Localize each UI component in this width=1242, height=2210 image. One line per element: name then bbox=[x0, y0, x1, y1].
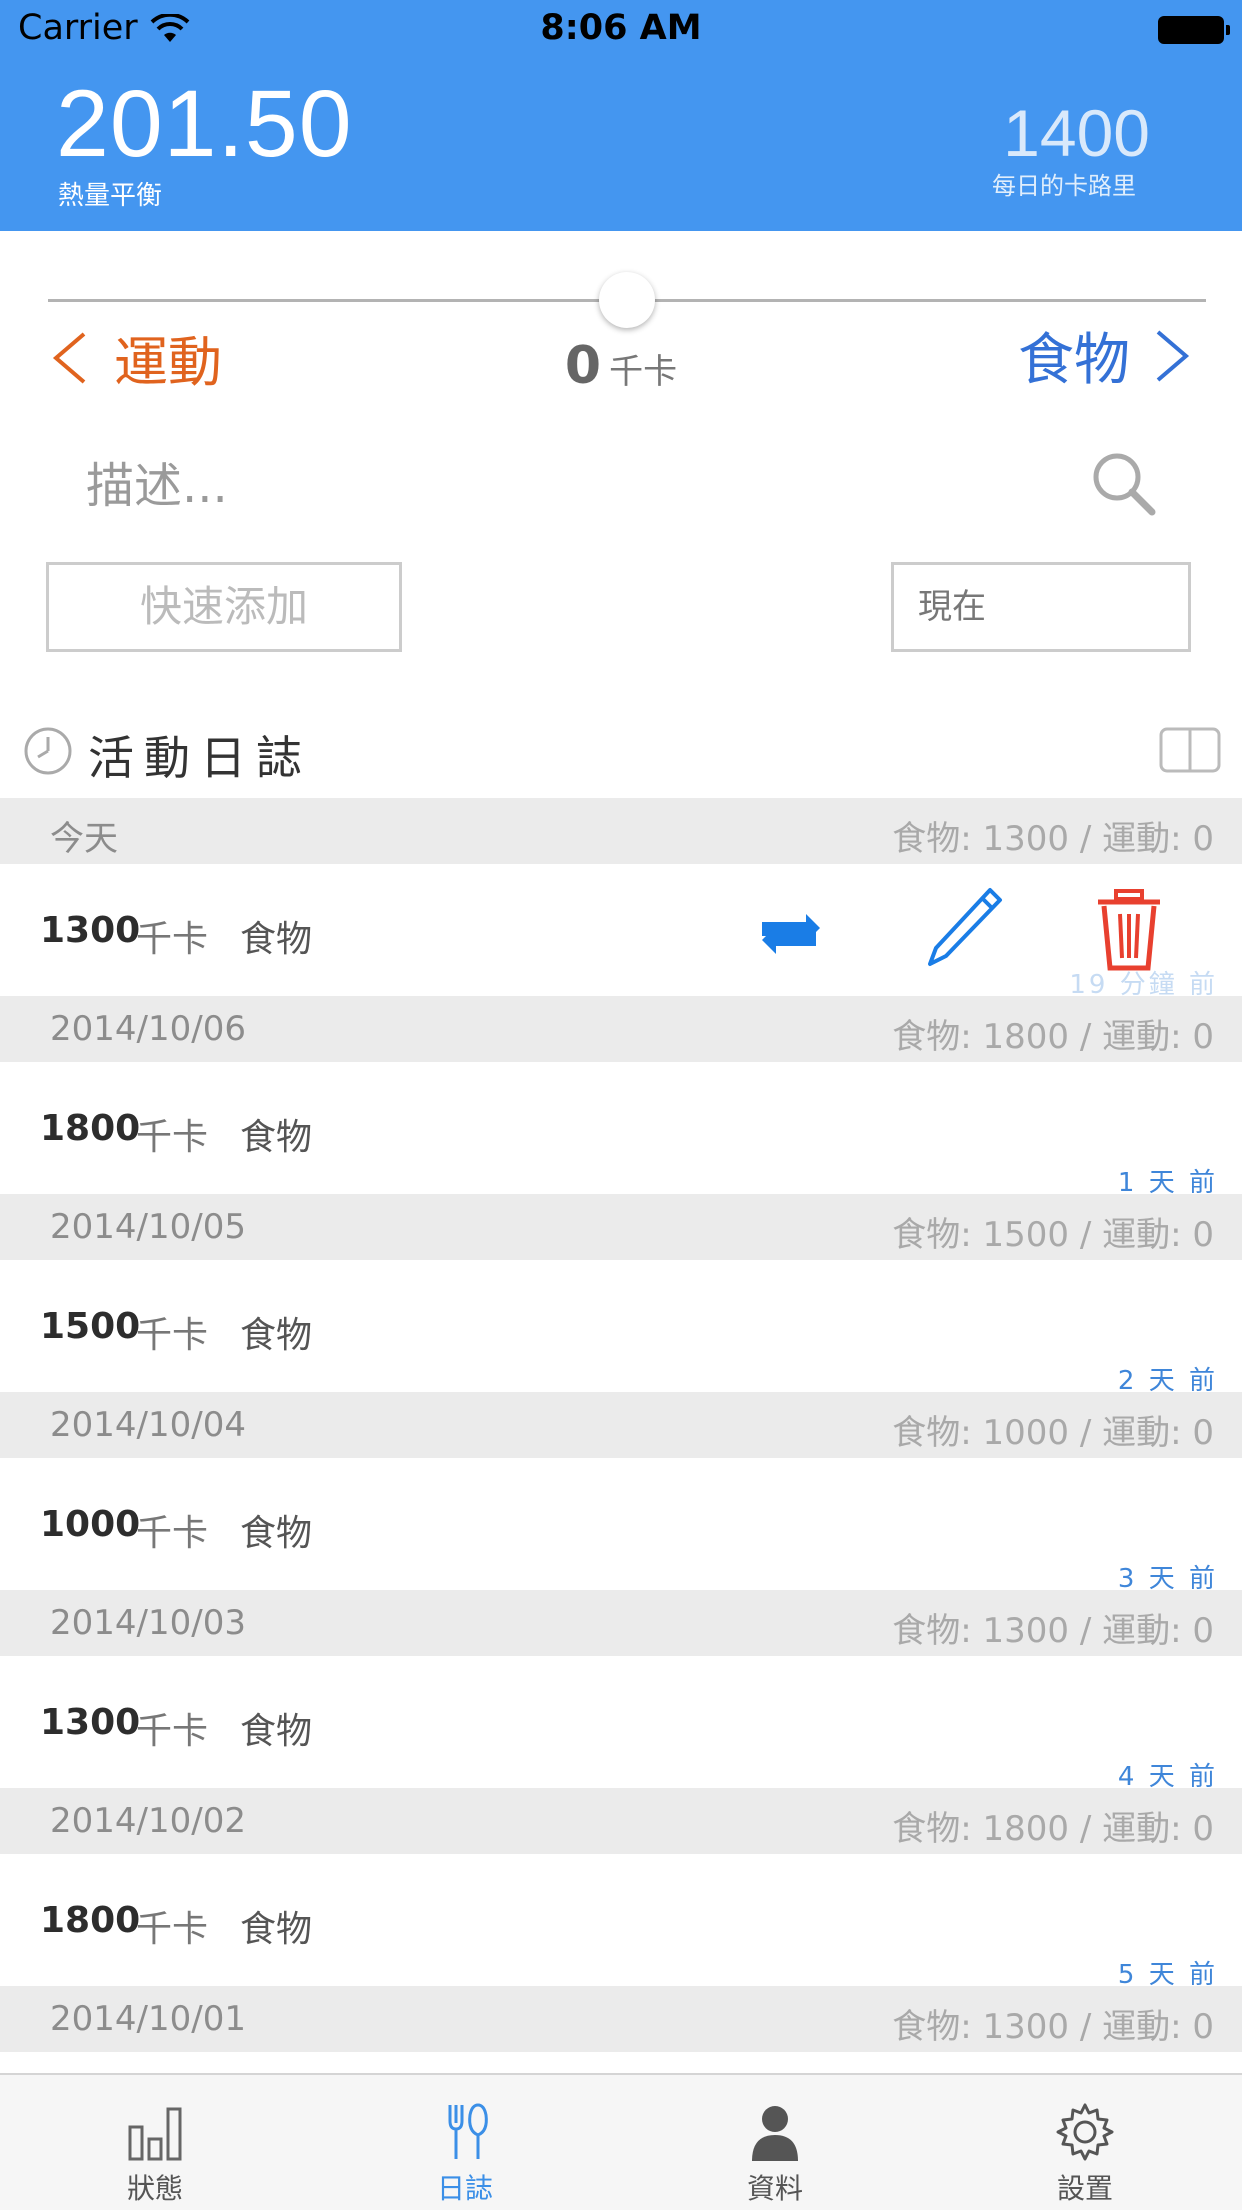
food-label: 食物 bbox=[1018, 328, 1130, 393]
day-header: 2014/10/03 食物: 1300 / 運動: 0 bbox=[0, 1590, 1242, 1656]
day-header: 2014/10/05 食物: 1500 / 運動: 0 bbox=[0, 1194, 1242, 1260]
entry-type: 食物 bbox=[240, 1909, 313, 1950]
entry-type: 食物 bbox=[240, 1117, 313, 1158]
entry-unit: 千卡 bbox=[136, 1513, 209, 1554]
bar-chart-icon bbox=[128, 2107, 182, 2161]
log-entry[interactable]: 1000 千卡 食物 3 天 前 bbox=[0, 1458, 1242, 1594]
entry-kcal: 1800 bbox=[40, 1108, 141, 1149]
log-entry[interactable]: 1300 千卡 食物 4 天 前 bbox=[0, 1656, 1242, 1792]
day-header: 2014/10/06 食物: 1800 / 運動: 0 bbox=[0, 996, 1242, 1062]
tab-status[interactable]: 狀態 bbox=[0, 2075, 310, 2210]
battery-icon bbox=[1158, 16, 1230, 44]
day-date: 今天 bbox=[50, 819, 118, 859]
daily-calories-label: 每日的卡路里 bbox=[992, 172, 1136, 200]
day-date: 2014/10/05 bbox=[50, 1207, 246, 1247]
summary-header: Carrier 8:06 AM 201.50 熱量平衡 1400 每日的卡路里 bbox=[0, 0, 1242, 231]
activity-log-list: 今天 食物: 1300 / 運動: 0 1300 千卡 食物 19 分鐘 前 2… bbox=[0, 798, 1242, 2052]
entry-type: 食物 bbox=[240, 1315, 313, 1356]
day-date: 2014/10/01 bbox=[50, 1999, 246, 2039]
entry-unit: 千卡 bbox=[136, 1909, 209, 1950]
description-input[interactable] bbox=[84, 450, 988, 522]
entry-kcal: 1800 bbox=[40, 1900, 141, 1941]
chevron-right-icon bbox=[1156, 329, 1190, 382]
book-icon[interactable] bbox=[1158, 726, 1222, 774]
fork-knife-icon bbox=[448, 2103, 488, 2159]
tab-status-label: 狀態 bbox=[126, 2172, 183, 2205]
tab-profile-label: 資料 bbox=[746, 2172, 803, 2205]
slider-kcal-number: 0 bbox=[564, 336, 602, 396]
gear-icon bbox=[1056, 2103, 1114, 2161]
day-date: 2014/10/06 bbox=[50, 1009, 246, 1049]
day-totals: 食物: 1800 / 運動: 0 bbox=[892, 1809, 1214, 1849]
time-field[interactable]: 現在 bbox=[891, 562, 1191, 652]
calorie-balance-value: 201.50 bbox=[56, 71, 353, 177]
activity-log-title: 活動日誌 bbox=[88, 731, 312, 785]
day-totals: 食物: 1300 / 運動: 0 bbox=[892, 819, 1214, 859]
tab-settings-label: 設置 bbox=[1056, 2172, 1113, 2205]
tab-settings[interactable]: 設置 bbox=[930, 2075, 1240, 2210]
day-header: 今天 食物: 1300 / 運動: 0 bbox=[0, 798, 1242, 864]
day-header: 2014/10/04 食物: 1000 / 運動: 0 bbox=[0, 1392, 1242, 1458]
calorie-balance-label: 熱量平衡 bbox=[58, 181, 163, 211]
person-icon bbox=[752, 2106, 798, 2161]
entry-kcal: 1300 bbox=[40, 910, 141, 951]
day-totals: 食物: 1000 / 運動: 0 bbox=[892, 1413, 1214, 1453]
entry-kcal: 1300 bbox=[40, 1702, 141, 1743]
entry-type: 食物 bbox=[240, 919, 313, 960]
daily-calories-value[interactable]: 1400 bbox=[1003, 95, 1150, 171]
entry-type: 食物 bbox=[240, 1513, 313, 1554]
log-entry[interactable]: 1300 千卡 食物 19 分鐘 前 bbox=[0, 864, 1242, 1000]
day-totals: 食物: 1500 / 運動: 0 bbox=[892, 1215, 1214, 1255]
tab-log-label: 日誌 bbox=[436, 2172, 493, 2205]
tab-log[interactable]: 日誌 bbox=[310, 2075, 620, 2210]
day-date: 2014/10/04 bbox=[50, 1405, 246, 1445]
trash-icon[interactable] bbox=[1094, 888, 1164, 972]
search-icon[interactable] bbox=[1088, 448, 1158, 518]
log-entry[interactable]: 1800 千卡 食物 1 天 前 bbox=[0, 1062, 1242, 1198]
day-totals: 食物: 1800 / 運動: 0 bbox=[892, 1017, 1214, 1057]
status-time: 8:06 AM bbox=[540, 8, 702, 48]
day-header: 2014/10/01 食物: 1300 / 運動: 0 bbox=[0, 1986, 1242, 2052]
day-header: 2014/10/02 食物: 1800 / 運動: 0 bbox=[0, 1788, 1242, 1854]
calorie-slider-thumb[interactable] bbox=[599, 272, 655, 328]
day-date: 2014/10/03 bbox=[50, 1603, 246, 1643]
tab-profile[interactable]: 資料 bbox=[620, 2075, 930, 2210]
clock-icon bbox=[24, 727, 72, 775]
entry-type: 食物 bbox=[240, 1711, 313, 1752]
entry-unit: 千卡 bbox=[136, 1711, 209, 1752]
entry-kcal: 1500 bbox=[40, 1306, 141, 1347]
day-date: 2014/10/02 bbox=[50, 1801, 246, 1841]
entry-unit: 千卡 bbox=[136, 1315, 209, 1356]
day-totals: 食物: 1300 / 運動: 0 bbox=[892, 1611, 1214, 1651]
tab-bar: 狀態 日誌 資料 設置 bbox=[0, 2073, 1242, 2210]
entry-unit: 千卡 bbox=[136, 919, 209, 960]
day-totals: 食物: 1300 / 運動: 0 bbox=[892, 2007, 1214, 2047]
log-entry[interactable]: 1800 千卡 食物 5 天 前 bbox=[0, 1854, 1242, 1990]
repeat-icon[interactable] bbox=[752, 892, 832, 972]
food-toggle[interactable]: 食物 bbox=[1018, 315, 1194, 396]
quick-add-button[interactable]: 快速添加 bbox=[46, 562, 402, 652]
entry-kcal: 1000 bbox=[40, 1504, 141, 1545]
slider-kcal-unit: 千卡 bbox=[609, 352, 678, 392]
entry-unit: 千卡 bbox=[136, 1117, 209, 1158]
log-entry[interactable]: 1500 千卡 食物 2 天 前 bbox=[0, 1260, 1242, 1396]
edit-pencil-icon[interactable] bbox=[920, 884, 1004, 974]
